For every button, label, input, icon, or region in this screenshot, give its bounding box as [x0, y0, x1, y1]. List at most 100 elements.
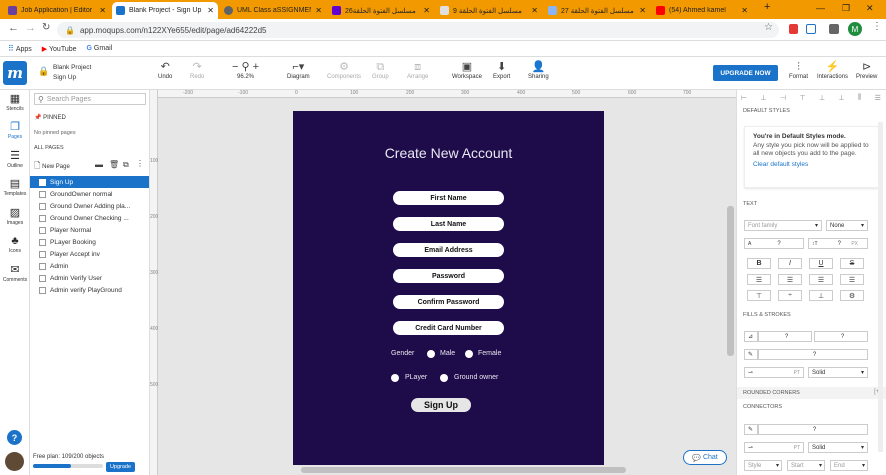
underline-button[interactable]: U	[809, 258, 833, 269]
valign-middle-button[interactable]: ÷	[778, 290, 802, 301]
valign-bottom-button[interactable]: ⊥	[809, 290, 833, 301]
group-button[interactable]: ⧉ Group	[372, 61, 389, 80]
page-item[interactable]: Ground Owner Adding pla...	[30, 200, 149, 212]
maximize-button[interactable]: ❐	[842, 3, 850, 14]
extension-icon[interactable]	[789, 24, 798, 34]
help-icon[interactable]: ?	[7, 430, 22, 445]
line-height-field[interactable]: ↕T? PX	[808, 238, 868, 249]
font-weight-select[interactable]: None ▾	[826, 220, 868, 231]
close-icon[interactable]: ✕	[423, 6, 430, 15]
sharing-button[interactable]: 👤 Sharing	[528, 61, 549, 80]
page-item[interactable]: Sign Up	[30, 176, 149, 188]
close-icon[interactable]: ✕	[531, 6, 538, 15]
stroke-toggle[interactable]: ✎	[744, 349, 758, 360]
tab-blank-project[interactable]: Blank Project - Sign Up ✕	[112, 2, 218, 19]
font-family-select[interactable]: Font family ▾	[744, 220, 822, 231]
close-icon[interactable]: ✕	[99, 6, 106, 15]
bold-button[interactable]: B	[747, 258, 771, 269]
format-button[interactable]: ⫶ Format	[789, 61, 808, 80]
close-icon[interactable]: ✕	[207, 6, 214, 15]
align-center-icon[interactable]: ⊥	[761, 94, 767, 103]
text-align-center-button[interactable]: ☰	[778, 274, 802, 285]
close-icon[interactable]: ✕	[741, 6, 748, 15]
forward-icon[interactable]: →	[25, 22, 36, 34]
page-item[interactable]: Ground Owner Checking ...	[30, 212, 149, 224]
tab-job-application[interactable]: Job Application | Editor ✕	[4, 2, 110, 19]
undo-button[interactable]: ↶ Undo	[158, 61, 172, 80]
connector-start-select[interactable]: Start ▾	[787, 460, 825, 471]
workspace-button[interactable]: ▣ Workspace	[452, 61, 482, 80]
text-settings-button[interactable]: ⚙	[840, 290, 864, 301]
last-name-field[interactable]: Last Name	[393, 217, 504, 231]
male-radio[interactable]	[427, 350, 435, 358]
distribute-icon[interactable]: ☰	[875, 94, 881, 103]
fill-toggle[interactable]: ⊿	[744, 331, 758, 342]
page-item[interactable]: Admin Verify User	[30, 272, 149, 284]
password-field[interactable]: Password	[393, 269, 504, 283]
stroke-width-field[interactable]: ⇀ PT	[744, 367, 804, 378]
rounded-corners-bar[interactable]: ROUNDED CORNERS [+]	[737, 387, 886, 399]
ground-owner-radio[interactable]	[440, 374, 448, 382]
panel-scrollbar[interactable]	[878, 122, 883, 452]
sign-up-button[interactable]: Sign Up	[411, 398, 471, 412]
components-button[interactable]: ⚙ Components	[327, 61, 361, 80]
bookmark-youtube[interactable]: ▶ YouTube	[42, 45, 77, 53]
signup-artboard[interactable]: Create New Account First Name Last Name …	[293, 111, 604, 465]
project-name[interactable]: Blank Project	[53, 64, 91, 71]
extensions-puzzle-icon[interactable]	[829, 24, 839, 34]
rail-templates[interactable]: ▤ Templates	[0, 178, 30, 197]
distribute-icon[interactable]: ⫼	[858, 94, 861, 103]
star-icon[interactable]: ☆	[764, 22, 773, 33]
align-right-icon[interactable]: ⊣	[780, 94, 786, 103]
diagram-button[interactable]: ⌐▾ Diagram	[287, 61, 310, 80]
close-window-button[interactable]: ✕	[866, 3, 874, 14]
strikethrough-button[interactable]: S	[840, 258, 864, 269]
connector-toggle[interactable]: ✎	[744, 424, 758, 435]
confirm-password-field[interactable]: Confirm Password	[393, 295, 504, 309]
tab-series-27[interactable]: مسلسل الفتوة الحلقة 27 ✕	[544, 2, 650, 19]
interactions-button[interactable]: ⚡ Interactions	[817, 61, 848, 80]
clear-default-styles-link[interactable]: Clear default styles	[753, 161, 871, 168]
align-middle-icon[interactable]: ⊥	[819, 94, 825, 103]
tab-series-9[interactable]: مسلسل الفتوة الحلقة 9 ✕	[436, 2, 542, 19]
connector-line-style-select[interactable]: Style ▾	[744, 460, 782, 471]
profile-avatar[interactable]: M	[848, 22, 862, 36]
text-justify-button[interactable]: ☰	[840, 274, 864, 285]
back-icon[interactable]: ←	[8, 22, 19, 34]
first-name-field[interactable]: First Name	[393, 191, 504, 205]
extension-icon[interactable]	[806, 24, 816, 34]
close-icon[interactable]: ✕	[639, 6, 646, 15]
chat-button[interactable]: 💬 Chat	[683, 450, 727, 465]
reload-icon[interactable]: ↻	[42, 22, 50, 33]
rail-images[interactable]: ▨ Images	[0, 207, 30, 226]
close-icon[interactable]: ✕	[315, 6, 322, 15]
vertical-scrollbar[interactable]	[727, 206, 734, 356]
export-button[interactable]: ⬇ Export	[493, 61, 510, 80]
upgrade-button[interactable]: Upgrade	[106, 462, 135, 472]
tab-series-26[interactable]: مسلسل الفتوة الحلقة26 ✕	[328, 2, 434, 19]
rail-icons[interactable]: ♣ Icons	[0, 235, 30, 254]
text-align-left-button[interactable]: ☰	[747, 274, 771, 285]
female-radio[interactable]	[465, 350, 473, 358]
page-item[interactable]: PLayer Booking	[30, 236, 149, 248]
valign-top-button[interactable]: ⊤	[747, 290, 771, 301]
add-folder-icon[interactable]: ▬	[95, 160, 103, 169]
connector-width-field[interactable]: ⇀ PT	[744, 442, 804, 453]
align-left-icon[interactable]: ⊢	[741, 94, 747, 103]
rail-pages[interactable]: ❐ Pages	[0, 121, 30, 140]
fill-color-1[interactable]: ?	[758, 331, 812, 342]
stroke-color[interactable]: ?	[758, 349, 868, 360]
page-item[interactable]: Player Accept inv	[30, 248, 149, 260]
duplicate-icon[interactable]: ⧉	[123, 160, 129, 170]
search-pages-input[interactable]: ⚲ Search Pages	[34, 93, 146, 105]
moqups-logo[interactable]: m	[3, 61, 27, 85]
italic-button[interactable]: I	[778, 258, 802, 269]
page-item[interactable]: GroundOwner normal	[30, 188, 149, 200]
connector-style-select[interactable]: Solid ▾	[808, 442, 868, 453]
lock-icon[interactable]: 🔒	[38, 66, 49, 77]
connector-end-select[interactable]: End ▾	[830, 460, 868, 471]
upgrade-now-button[interactable]: UPGRADE NOW	[713, 65, 778, 81]
align-top-icon[interactable]: ⊤	[800, 94, 806, 103]
page-item[interactable]: Player Normal	[30, 224, 149, 236]
rail-outline[interactable]: ☰ Outline	[0, 150, 30, 169]
